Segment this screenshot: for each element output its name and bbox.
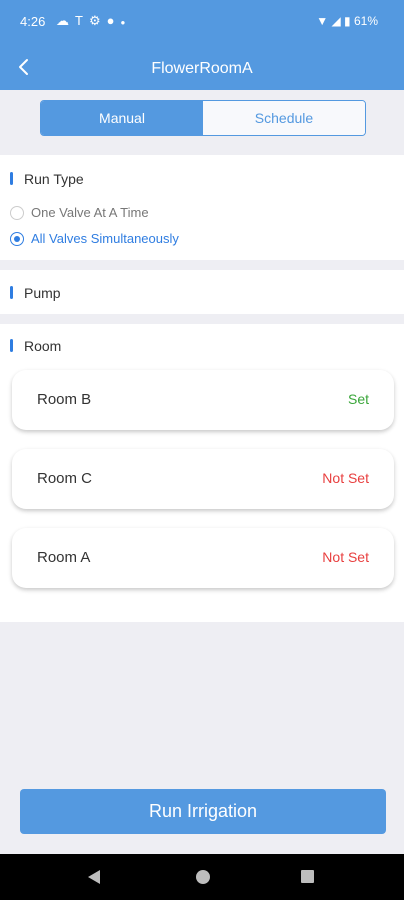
nav-recents-icon[interactable] (301, 870, 314, 883)
radio-label: One Valve At A Time (31, 205, 149, 220)
page-title: FlowerRoomA (151, 60, 253, 77)
pump-section[interactable]: Pump (0, 270, 404, 314)
system-icons: ▼ ◢ ▮ 61% (316, 14, 378, 28)
radio-button-icon (10, 205, 24, 220)
status-time: 4:26 (20, 14, 46, 29)
radio-button-checked-icon (10, 231, 24, 246)
dot-icon: ● (120, 18, 132, 27)
run-irrigation-button[interactable]: Run Irrigation (20, 789, 386, 834)
tab-schedule[interactable]: Schedule (203, 101, 365, 135)
tab-manual[interactable]: Manual (41, 101, 203, 135)
room-card-b[interactable]: Room B Set (12, 370, 394, 430)
room-section: Room Room B Set Room C Not Set Room A No… (0, 324, 404, 622)
mode-tabs: Manual Schedule (40, 100, 366, 136)
nav-back-icon[interactable] (88, 870, 100, 884)
run-type-section: Run Type One Valve At A Time All Valves … (0, 155, 404, 260)
section-marker (10, 286, 13, 299)
room-status: Not Set (322, 470, 369, 486)
status-bar: 4:26 ☁T⚙●● ▼ ◢ ▮ 61% (0, 0, 404, 44)
room-name: Room B (37, 391, 92, 408)
room-card-c[interactable]: Room C Not Set (12, 449, 394, 509)
room-name: Room C (37, 470, 93, 487)
radio-all-valves[interactable]: All Valves Simultaneously (10, 231, 179, 246)
battery-level: 61% (353, 14, 378, 28)
settings-icon: ⚙ (88, 13, 107, 28)
app-header: 4:26 ☁T⚙●● ▼ ◢ ▮ 61% FlowerRoomA (0, 0, 404, 90)
section-marker (10, 339, 13, 352)
system-nav-bar (0, 854, 404, 900)
wifi-icon: ▼ (316, 14, 329, 28)
radio-one-valve[interactable]: One Valve At A Time (10, 205, 149, 220)
section-header-run-type: Run Type (10, 171, 84, 187)
radio-label: All Valves Simultaneously (31, 231, 179, 246)
section-header-pump: Pump (10, 285, 61, 301)
room-card-a[interactable]: Room A Not Set (12, 528, 394, 588)
room-name: Room A (37, 549, 91, 566)
nav-home-icon[interactable] (196, 870, 210, 884)
section-title: Pump (24, 285, 61, 301)
battery-icon: ▮ (344, 14, 351, 28)
section-marker (10, 172, 13, 185)
section-title: Run Type (24, 171, 84, 187)
circle-icon: ● (106, 13, 121, 28)
room-status: Not Set (322, 549, 369, 565)
t-icon: T (75, 13, 89, 28)
section-title: Room (24, 338, 62, 354)
room-status: Set (347, 391, 369, 407)
cloud-icon: ☁ (56, 13, 75, 28)
nav-bar: FlowerRoomA (0, 48, 404, 90)
section-header-room: Room (10, 338, 61, 354)
signal-icon: ◢ (331, 14, 341, 28)
notification-icons: ☁T⚙●● (56, 13, 131, 29)
